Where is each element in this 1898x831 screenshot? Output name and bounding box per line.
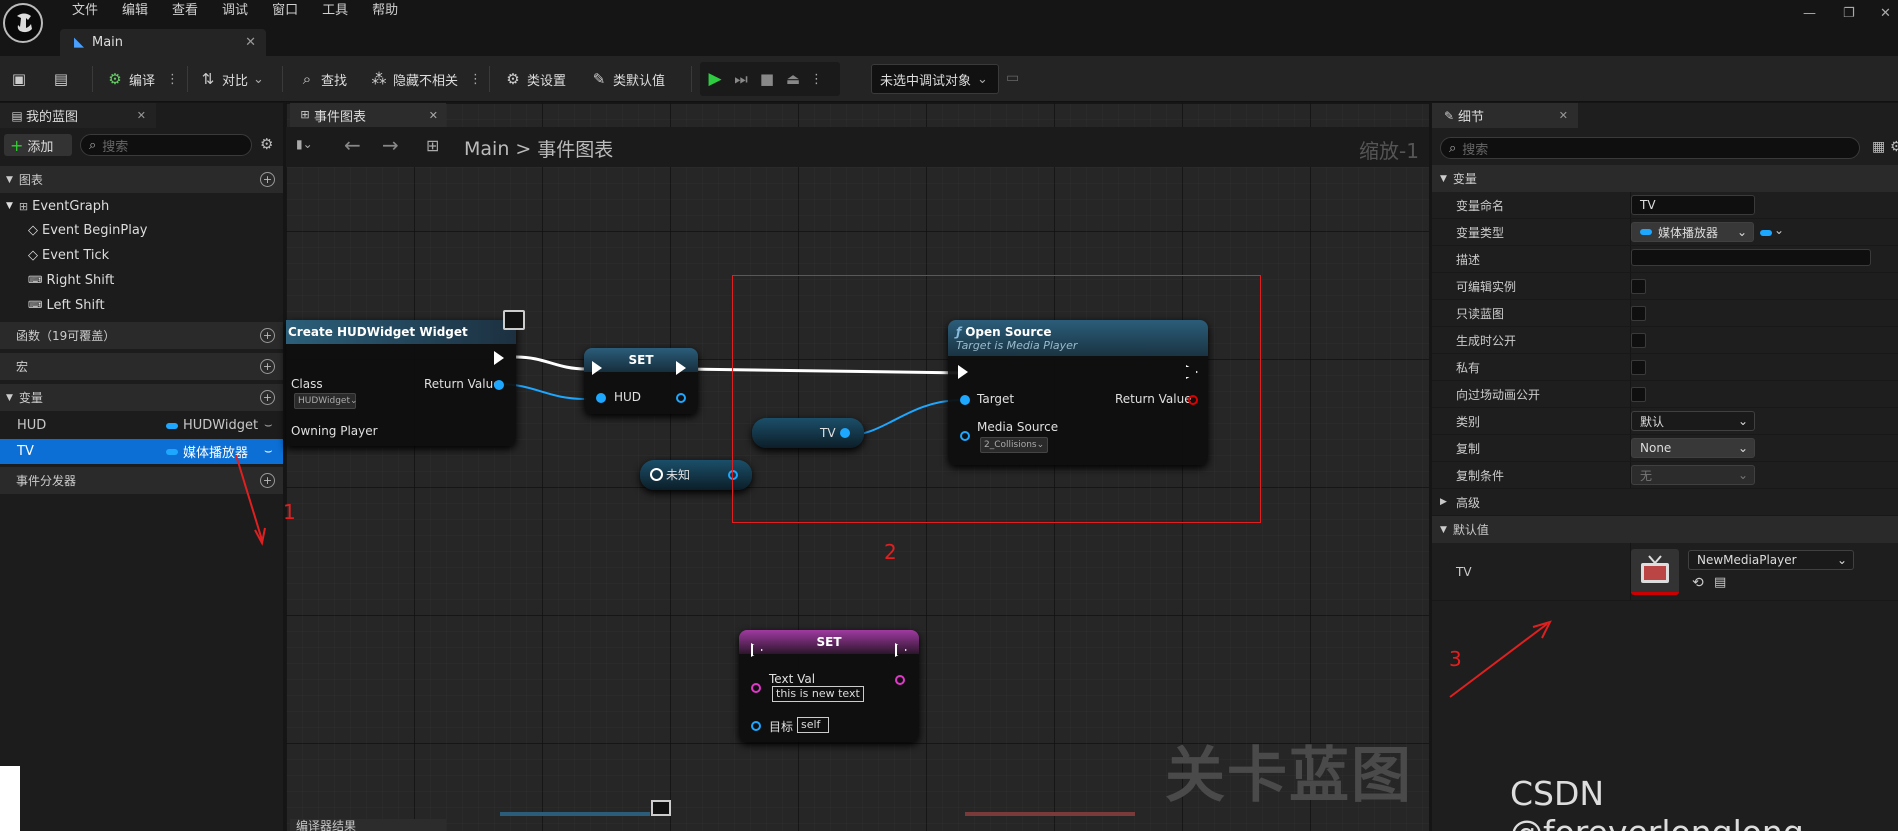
csdn-watermark: CSDN @foreverlonglong [1510,774,1804,831]
annotation-label-3: 3 [1449,647,1462,671]
annotation-label-2: 2 [884,540,897,564]
annotation-arrows [235,454,1552,698]
annotation-label-1: 1 [283,500,296,524]
